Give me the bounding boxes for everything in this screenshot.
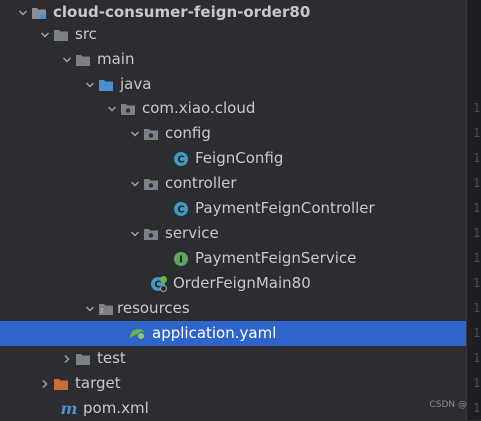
- tree-item-label: controller: [165, 174, 237, 192]
- tree-item-resources[interactable]: resources: [0, 296, 466, 321]
- spring-boot-class-icon: C: [150, 275, 168, 293]
- line-number: 1: [473, 401, 481, 415]
- tree-item-label: java: [120, 75, 152, 93]
- svg-text:I: I: [179, 254, 183, 265]
- interface-icon: I: [172, 250, 190, 268]
- line-number: 1: [473, 126, 481, 140]
- svg-text:C: C: [177, 154, 184, 165]
- line-number: 1: [473, 351, 481, 365]
- tree-item-java[interactable]: java: [0, 72, 466, 97]
- resources-folder-icon: [97, 300, 115, 318]
- line-number: 1: [473, 276, 481, 290]
- chevron-down-icon[interactable]: [83, 72, 97, 97]
- tree-item-orderfeignmain80[interactable]: C OrderFeignMain80: [0, 271, 466, 296]
- tree-item-feignconfig[interactable]: C FeignConfig: [0, 146, 466, 171]
- tree-item-config[interactable]: config: [0, 121, 466, 146]
- tree-item-label: PaymentFeignService: [195, 249, 357, 267]
- tree-item-label: config: [165, 124, 211, 142]
- tree-item-application-yaml[interactable]: application.yaml: [0, 321, 466, 346]
- package-icon: [142, 175, 160, 193]
- package-icon: [119, 100, 137, 118]
- chevron-down-icon[interactable]: [105, 96, 119, 121]
- excluded-folder-icon: [52, 375, 70, 393]
- svg-text:C: C: [177, 204, 184, 215]
- class-icon: C: [172, 150, 190, 168]
- tree-item-label: main: [97, 50, 135, 68]
- tree-item-paymentfeigncontroller[interactable]: C PaymentFeignController: [0, 196, 466, 221]
- line-number: 1: [473, 251, 481, 265]
- tree-item-label: test: [97, 349, 126, 367]
- folder-icon: [52, 26, 70, 44]
- svg-text:m: m: [61, 401, 78, 417]
- tree-item-src[interactable]: src: [0, 22, 466, 47]
- line-number: 1: [473, 301, 481, 315]
- tree-item-label: pom.xml: [83, 399, 149, 417]
- package-icon: [142, 125, 160, 143]
- tree-item-label: src: [75, 25, 97, 43]
- tree-item-main[interactable]: main: [0, 47, 466, 72]
- line-number: 1: [473, 226, 481, 240]
- line-number: 1: [473, 376, 481, 390]
- spring-yaml-icon: [128, 325, 146, 343]
- maven-icon: m: [60, 400, 78, 418]
- tree-item-label: service: [165, 224, 219, 242]
- tree-item-pom-xml[interactable]: m pom.xml: [0, 396, 466, 421]
- tree-item-paymentfeignservice[interactable]: I PaymentFeignService: [0, 246, 466, 271]
- tree-item-label: OrderFeignMain80: [173, 274, 311, 292]
- line-number: 1: [473, 176, 481, 190]
- folder-icon: [74, 350, 92, 368]
- line-number: 1: [473, 201, 481, 215]
- tree-item-label: FeignConfig: [195, 149, 284, 167]
- tree-item-com-xiao-cloud[interactable]: com.xiao.cloud: [0, 96, 466, 121]
- tree-item-target[interactable]: target: [0, 371, 466, 396]
- class-icon: C: [172, 200, 190, 218]
- module-folder-icon: [30, 4, 48, 22]
- tree-item-controller[interactable]: controller: [0, 171, 466, 196]
- chevron-right-icon[interactable]: [60, 346, 74, 371]
- chevron-down-icon[interactable]: [128, 121, 142, 146]
- tree-item-test[interactable]: test: [0, 346, 466, 371]
- editor-gutter: 1 1 1 1 1 1 1 1 1 1 1 1 1: [466, 0, 481, 420]
- line-number: 1: [473, 101, 481, 115]
- tree-item-label: application.yaml: [152, 324, 277, 342]
- tree-item-service[interactable]: service: [0, 221, 466, 246]
- folder-icon: [74, 51, 92, 69]
- tree-item-label: target: [75, 374, 121, 392]
- tree-item-label: PaymentFeignController: [195, 199, 375, 217]
- source-root-folder-icon: [97, 76, 115, 94]
- project-tree: cloud-consumer-feign-order80 src main ja…: [0, 0, 466, 420]
- chevron-down-icon[interactable]: [60, 47, 74, 72]
- line-number: 1: [473, 151, 481, 165]
- chevron-down-icon[interactable]: [38, 22, 52, 47]
- package-icon: [142, 225, 160, 243]
- watermark: CSDN @: [429, 400, 467, 410]
- chevron-down-icon[interactable]: [83, 296, 97, 321]
- chevron-down-icon[interactable]: [128, 171, 142, 196]
- chevron-right-icon[interactable]: [38, 371, 52, 396]
- tree-item-label: com.xiao.cloud: [142, 99, 256, 117]
- chevron-down-icon[interactable]: [128, 221, 142, 246]
- line-number: 1: [473, 326, 481, 340]
- tree-item-label: resources: [117, 299, 190, 317]
